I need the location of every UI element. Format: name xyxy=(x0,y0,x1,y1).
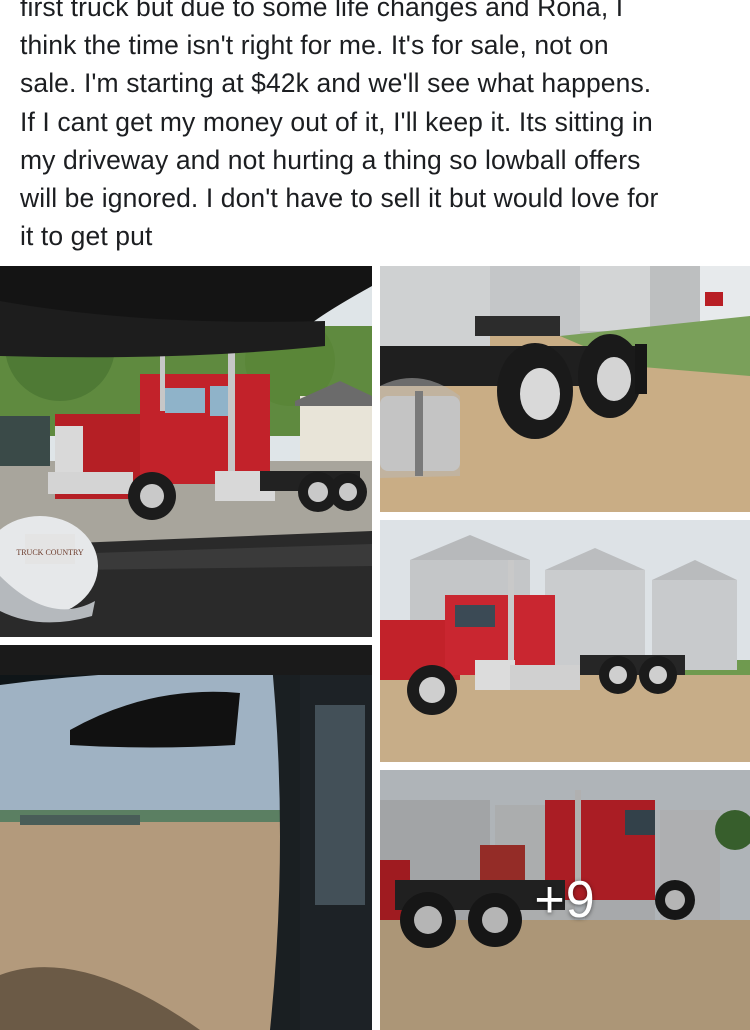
post-text-line: my driveway and not hurting a thing so l… xyxy=(20,144,641,175)
post-text-line: will be ignored. I don't have to sell it… xyxy=(20,183,659,214)
photo-chrome-reflection[interactable] xyxy=(0,645,372,1030)
photo-truck-with-silos[interactable] xyxy=(380,520,750,762)
photo-grid: TRUCK COUNTRY +9 xyxy=(0,266,750,1030)
post-text-line: first truck but due to some life changes… xyxy=(20,0,624,22)
photo-rear-axles[interactable] xyxy=(380,266,750,512)
photo-truck-through-windshield[interactable]: TRUCK COUNTRY xyxy=(0,266,372,637)
post-text-line: it to get put xyxy=(20,221,153,252)
post-text: first truck but due to some life changes… xyxy=(20,0,735,255)
more-photos-overlay[interactable]: +9 xyxy=(380,770,750,1030)
more-photos-count: +9 xyxy=(534,871,596,929)
cap-logo-lettering: TRUCK COUNTRY xyxy=(16,548,84,557)
post-text-line: think the time isn't right for me. It's … xyxy=(20,30,609,61)
photo-more-overlay-tile[interactable]: +9 xyxy=(380,770,750,1030)
post-text-line: If I cant get my money out of it, I'll k… xyxy=(20,106,653,137)
post-text-line: sale. I'm starting at $42k and we'll see… xyxy=(20,68,652,99)
